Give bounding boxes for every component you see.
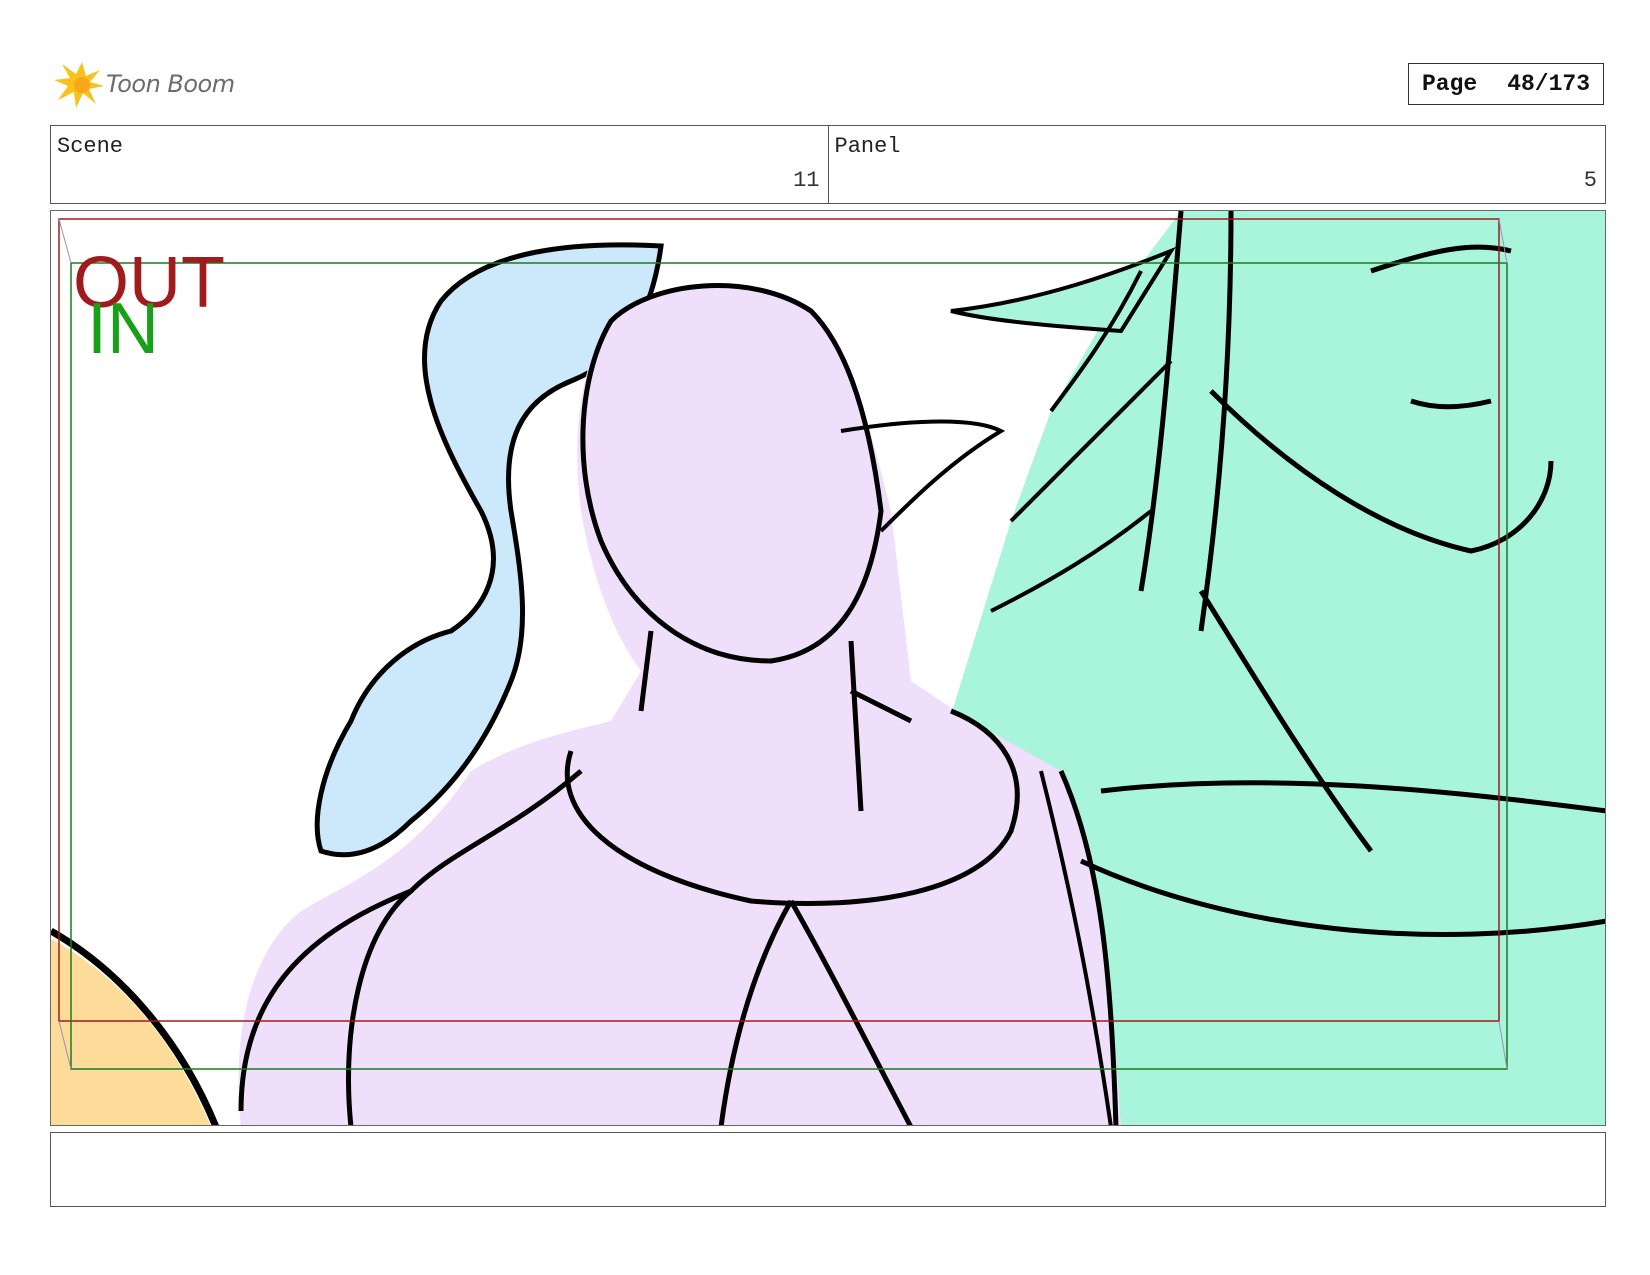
- storyboard-panel: OUT IN: [50, 210, 1606, 1126]
- scene-cell: Scene 11: [51, 126, 829, 203]
- frame-guide: [58, 218, 72, 264]
- toon-boom-logo: Toon Boom: [52, 56, 252, 112]
- in-label: IN: [87, 289, 159, 369]
- panel-cell: Panel 5: [829, 126, 1606, 203]
- page-number: 48/173: [1507, 71, 1591, 97]
- page-label: Page: [1421, 71, 1478, 97]
- corner-shape: [51, 939, 211, 1125]
- notes-box: [50, 1132, 1606, 1207]
- panel-value: 5: [1583, 168, 1597, 193]
- scene-value: 11: [793, 168, 820, 193]
- page-indicator: Page 48/173: [1408, 63, 1604, 105]
- panel-label: Panel: [834, 134, 901, 159]
- starburst-icon: [54, 62, 104, 108]
- scene-panel-info: Scene 11 Panel 5: [50, 125, 1606, 204]
- panel-drawing: OUT IN: [51, 211, 1605, 1125]
- brand-name: Toon Boom: [106, 70, 235, 98]
- scene-label: Scene: [57, 134, 124, 159]
